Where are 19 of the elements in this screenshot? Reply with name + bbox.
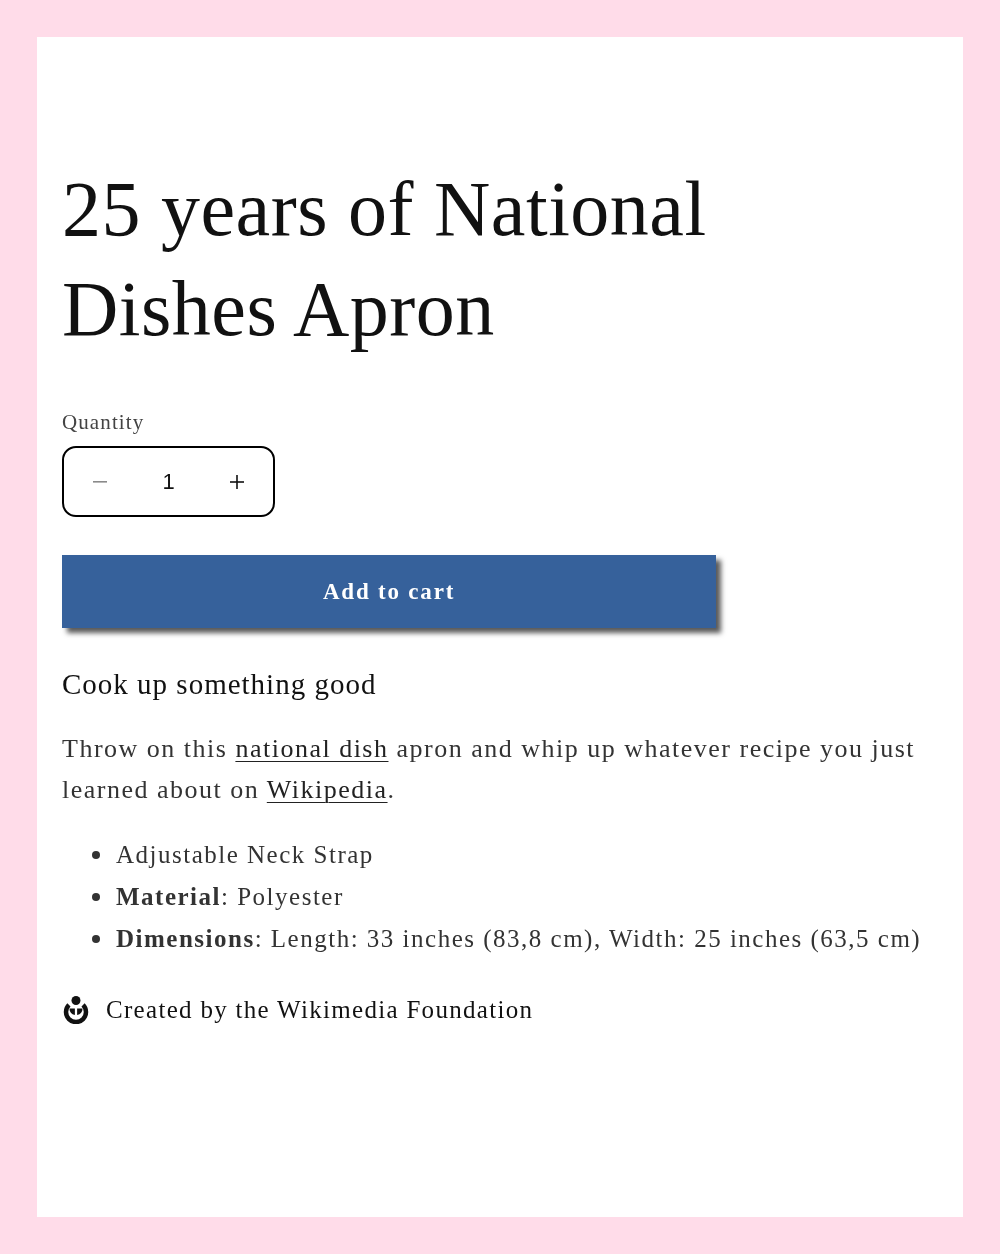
text-link[interactable]: national dish xyxy=(235,734,389,763)
minus-icon xyxy=(93,480,107,483)
product-title: 25 years of National Dishes Apron xyxy=(62,164,708,354)
quantity-value[interactable]: 1 xyxy=(162,468,175,495)
text-link[interactable]: Wikipedia xyxy=(266,775,388,804)
bullet-icon xyxy=(92,851,100,859)
description-paragraph: Throw on this national dish apron and whip up whatever recipe you just learned about on Wikipedia. xyxy=(62,733,917,806)
feature-text: Adjustable Neck Strap xyxy=(116,840,374,870)
credit-text: Created by the Wikimedia Foundation xyxy=(106,995,534,1025)
feature-text: Dimensions: Length: 33 inches (83,8 cm), Width: 25 inches (63,5 cm) xyxy=(116,924,922,955)
add-to-cart-button[interactable]: Add to cart xyxy=(62,555,716,628)
bullet-icon xyxy=(92,893,100,901)
bullet-icon xyxy=(92,935,100,943)
plus-icon xyxy=(230,474,244,489)
logo-icon xyxy=(62,996,90,1024)
feature-text: Material: Polyester xyxy=(116,882,344,912)
description-heading: Cook up something good xyxy=(62,668,377,700)
quantity-label: Quantity xyxy=(62,410,145,434)
quantity-selector[interactable]: 1 xyxy=(62,446,275,517)
